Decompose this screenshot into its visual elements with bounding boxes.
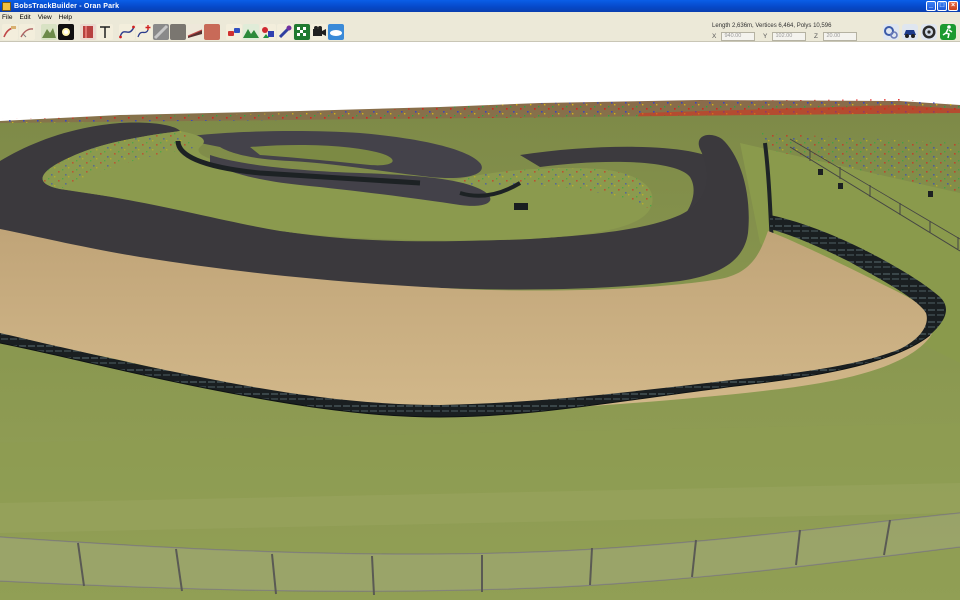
sky-icon[interactable] [328,24,344,40]
app-icon [2,1,11,11]
objects-palette-icon[interactable] [260,24,276,40]
spline-add-icon[interactable] [136,24,152,40]
menu-view[interactable]: View [38,14,52,21]
texture-grey-icon[interactable] [170,24,186,40]
window-title: BobsTrackBuilder - Oran Park [14,2,120,10]
object-icon[interactable] [153,24,169,40]
maximize-button[interactable]: □ [937,1,947,11]
object-cars-icon[interactable] [226,24,242,40]
track-render [0,99,960,600]
select-curve-icon[interactable] [19,24,35,40]
steering-wheel-icon[interactable] [921,24,937,40]
spline-icon[interactable] [119,24,135,40]
close-button[interactable]: × [948,1,958,11]
z-label: Z [814,33,818,40]
minimize-button[interactable]: _ [926,1,936,11]
video-camera-icon[interactable] [311,24,327,40]
camera-flash-icon[interactable] [58,24,74,40]
settings-gears-icon[interactable] [883,24,899,40]
run-icon[interactable] [940,24,956,40]
menu-file[interactable]: File [2,14,12,21]
toolbar: Length 2,636m, Vertices 6,464, Polys 10,… [0,22,960,42]
track-stats: Length 2,636m, Vertices 6,464, Polys 10,… [712,23,832,29]
stats-panel: Length 2,636m, Vertices 6,464, Polys 10,… [712,23,862,41]
x-field[interactable]: 940.00 [721,32,755,41]
y-label: Y [763,33,768,40]
tool-strip [2,24,344,40]
pencil-curve-icon[interactable] [2,24,18,40]
menu-help[interactable]: Help [59,14,72,21]
checker-flag-icon[interactable] [294,24,310,40]
x-label: X [712,33,717,40]
terrain-icon[interactable] [41,24,57,40]
z-field[interactable]: 20.00 [823,32,857,41]
3d-viewport[interactable] [0,43,960,600]
menu-bar: File Edit View Help [0,12,960,22]
road-slope-icon[interactable] [187,24,203,40]
spy-car-icon[interactable] [902,24,918,40]
y-field[interactable]: 102.00 [772,32,806,41]
title-bar: BobsTrackBuilder - Oran Park _ □ × [0,0,960,12]
menu-edit[interactable]: Edit [19,14,30,21]
brush-icon[interactable] [277,24,293,40]
wall-red-icon[interactable] [80,24,96,40]
fence-post-icon[interactable] [97,24,113,40]
mountains-icon[interactable] [243,24,259,40]
texture-red-icon[interactable] [204,24,220,40]
